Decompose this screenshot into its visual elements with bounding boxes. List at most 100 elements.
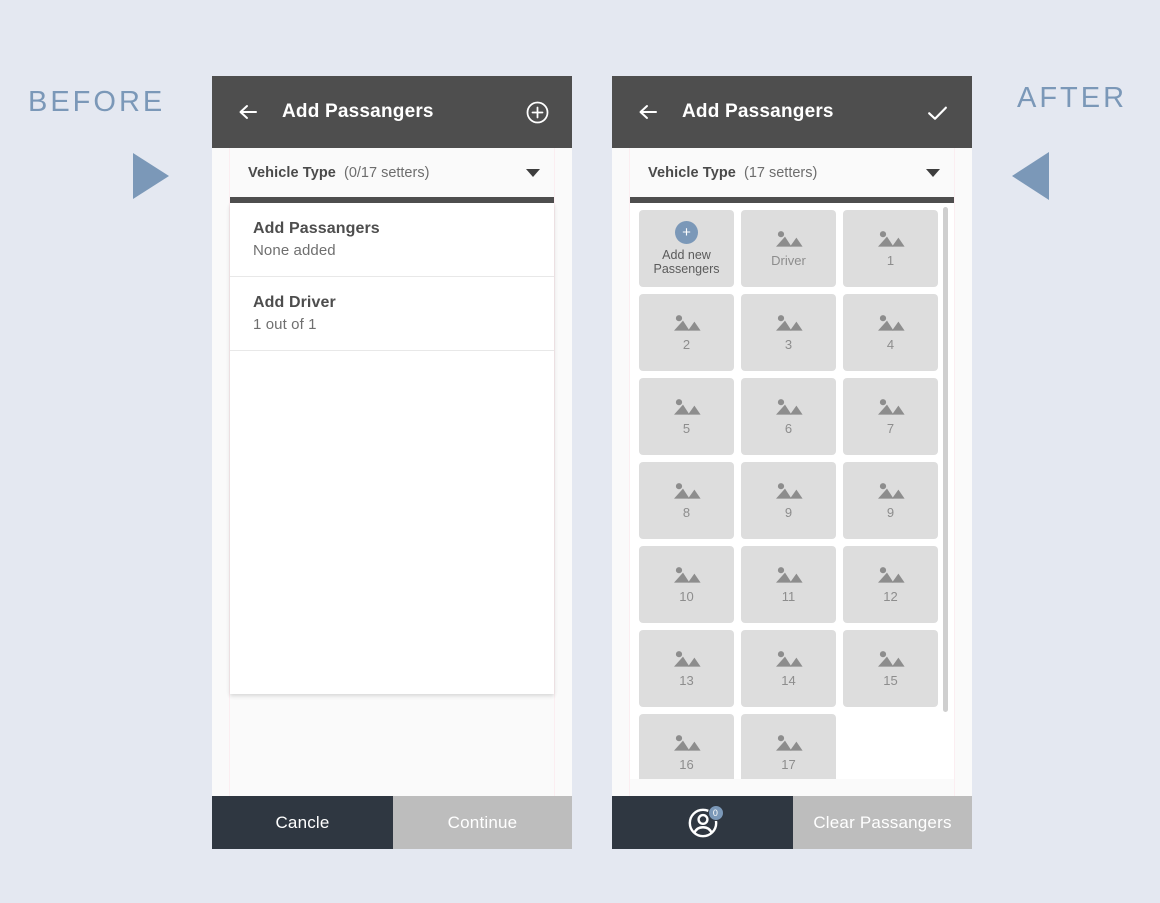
before-action-bar: Cancle Continue: [212, 796, 572, 849]
after-appbar-title: Add Passangers: [682, 101, 834, 122]
passenger-tile[interactable]: 13: [639, 630, 734, 707]
passenger-grid-card: + Add new Passengers Driver 1 2 3 4 5 6 7 8 9 9 10 11 12…: [630, 203, 954, 779]
passenger-tile-label: 13: [679, 673, 694, 689]
image-placeholder-icon: [672, 480, 702, 502]
passenger-tile-label: 9: [886, 505, 895, 521]
passenger-tile-label: 9: [784, 505, 793, 521]
plus-circle-icon[interactable]: [525, 100, 550, 125]
check-icon[interactable]: [925, 100, 950, 125]
image-placeholder-icon: [774, 228, 804, 250]
image-placeholder-icon: [672, 648, 702, 670]
passenger-tile[interactable]: 8: [639, 462, 734, 539]
passenger-tile[interactable]: 5: [639, 378, 734, 455]
image-placeholder-icon: [672, 396, 702, 418]
passenger-tile-label: 2: [682, 337, 691, 353]
image-placeholder-icon: [876, 312, 906, 334]
image-placeholder-icon: [876, 396, 906, 418]
image-placeholder-icon: [876, 648, 906, 670]
passenger-tile-label: 14: [781, 673, 796, 689]
image-placeholder-icon: [672, 312, 702, 334]
passenger-tile[interactable]: 16: [639, 714, 734, 779]
passenger-tile-label: 12: [883, 589, 898, 605]
clear-passengers-button[interactable]: Clear Passangers: [793, 796, 972, 849]
passenger-tile[interactable]: 11: [741, 546, 836, 623]
passenger-tile-label: 1: [886, 253, 895, 269]
passenger-tile-label: 11: [781, 589, 796, 605]
before-appbar-title: Add Passangers: [282, 101, 434, 122]
passenger-tile-label: 15: [883, 673, 898, 689]
arrow-left-icon[interactable]: [236, 100, 260, 124]
after-divider: [630, 197, 954, 203]
passenger-tile[interactable]: 7: [843, 378, 938, 455]
passenger-tile[interactable]: 9: [843, 462, 938, 539]
after-appbar: Add Passangers: [612, 76, 972, 148]
grid-scrollbar-thumb[interactable]: [943, 207, 948, 712]
passenger-tile[interactable]: 4: [843, 294, 938, 371]
passenger-count-button[interactable]: 0: [612, 796, 793, 849]
passenger-tile-label: 7: [886, 421, 895, 437]
passenger-tile-label: 5: [682, 421, 691, 437]
before-appbar: Add Passangers: [212, 76, 572, 148]
list-item-subtitle: 1 out of 1: [253, 316, 317, 333]
passenger-tile[interactable]: 10: [639, 546, 734, 623]
play-triangle-left-icon: [1012, 152, 1049, 200]
before-dropdown-label: Vehicle Type: [248, 164, 336, 181]
passenger-tile[interactable]: 12: [843, 546, 938, 623]
passenger-tile[interactable]: 3: [741, 294, 836, 371]
list-item-title: Add Driver: [253, 294, 336, 311]
image-placeholder-icon: [774, 312, 804, 334]
image-placeholder-icon: [774, 480, 804, 502]
after-label: AFTER: [1017, 82, 1128, 114]
continue-button[interactable]: Continue: [393, 796, 572, 849]
passenger-tile[interactable]: 15: [843, 630, 938, 707]
before-divider: [230, 197, 554, 203]
passenger-tile-label: 17: [781, 757, 796, 773]
before-dropdown-value: (0/17 setters): [343, 164, 430, 181]
passenger-tile-label: 4: [886, 337, 895, 353]
after-vehicle-type-dropdown[interactable]: Vehicle Type (17 setters): [630, 148, 954, 197]
passenger-tile[interactable]: 1: [843, 210, 938, 287]
before-list-card: Add Passangers None added Add Driver 1 o…: [230, 203, 554, 694]
passenger-tile[interactable]: Driver: [741, 210, 836, 287]
after-action-bar: 0 Clear Passangers: [612, 796, 972, 849]
cancel-button[interactable]: Cancle: [212, 796, 393, 849]
before-label: BEFORE: [28, 86, 166, 118]
empty-grid-cell: [843, 714, 938, 779]
passenger-tile[interactable]: 9: [741, 462, 836, 539]
image-placeholder-icon: [774, 732, 804, 754]
passenger-tile[interactable]: 14: [741, 630, 836, 707]
before-vehicle-type-dropdown[interactable]: Vehicle Type (0/17 setters): [230, 148, 554, 197]
image-placeholder-icon: [672, 732, 702, 754]
passenger-tile[interactable]: 17: [741, 714, 836, 779]
passenger-grid: + Add new Passengers Driver 1 2 3 4 5 6 7 8 9 9 10 11 12…: [630, 203, 954, 779]
image-placeholder-icon: [876, 228, 906, 250]
image-placeholder-icon: [774, 564, 804, 586]
add-tile-label: Add new Passengers: [653, 247, 720, 276]
plus-circle-icon: +: [675, 220, 698, 244]
passenger-tile-label: 16: [679, 757, 694, 773]
list-item[interactable]: Add Driver 1 out of 1: [230, 277, 554, 351]
image-placeholder-icon: [774, 648, 804, 670]
list-item-subtitle: None added: [253, 242, 336, 259]
add-new-passengers-tile[interactable]: + Add new Passengers: [639, 210, 734, 287]
image-placeholder-icon: [774, 396, 804, 418]
list-item[interactable]: Add Passangers None added: [230, 203, 554, 277]
passenger-count-badge: 0: [707, 804, 724, 821]
chevron-down-icon[interactable]: [526, 168, 540, 177]
passenger-tile-label: 10: [679, 589, 694, 605]
image-placeholder-icon: [876, 480, 906, 502]
passenger-tile-label: 3: [784, 337, 793, 353]
passenger-tile[interactable]: 2: [639, 294, 734, 371]
grid-scrollbar[interactable]: [943, 207, 948, 775]
passenger-tile[interactable]: 6: [741, 378, 836, 455]
image-placeholder-icon: [876, 564, 906, 586]
passenger-tile-label: 6: [784, 421, 793, 437]
arrow-left-icon[interactable]: [636, 100, 660, 124]
chevron-down-icon[interactable]: [926, 168, 940, 177]
image-placeholder-icon: [672, 564, 702, 586]
after-dropdown-value: (17 setters): [743, 164, 818, 181]
passenger-tile-label: 8: [682, 505, 691, 521]
after-phone-screen: Add Passangers Vehicle Type (17 setters)…: [612, 76, 972, 849]
passenger-tile-label: Driver: [771, 253, 806, 269]
list-item-title: Add Passangers: [253, 220, 380, 237]
